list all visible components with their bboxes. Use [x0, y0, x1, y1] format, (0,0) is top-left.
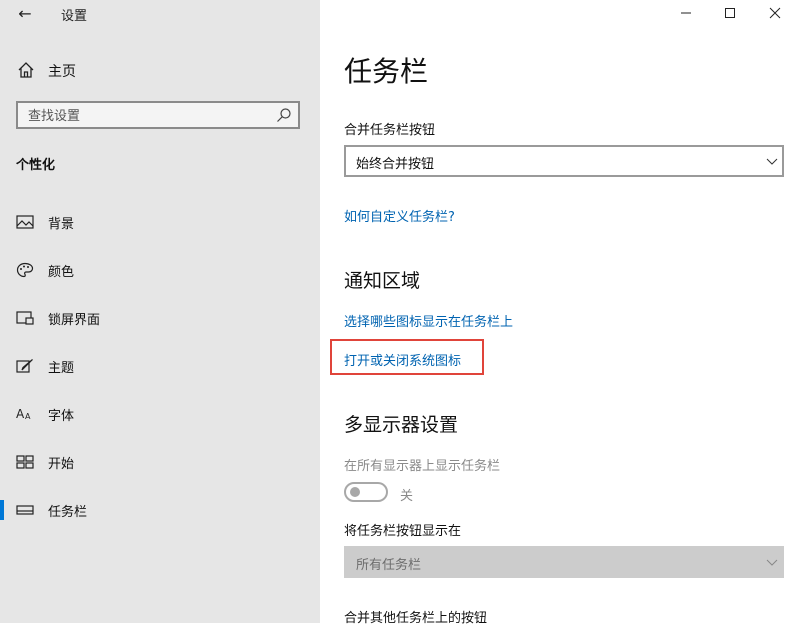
show-all-displays-label: 在所有显示器上显示任务栏	[344, 459, 501, 474]
sidebar-item-lock-screen[interactable]: 锁屏界面	[0, 298, 320, 338]
sidebar-item-start[interactable]: 开始	[0, 442, 320, 482]
sidebar-item-label: 背景	[48, 217, 75, 232]
multi-display-heading: 多显示器设置	[344, 414, 459, 436]
sidebar-item-label: 颜色	[48, 265, 75, 280]
maximize-button[interactable]	[710, 0, 750, 26]
system-icons-link[interactable]: 打开或关闭系统图标	[344, 350, 461, 369]
show-buttons-on-label: 将任务栏按钮显示在	[344, 524, 462, 539]
main-content: 任务栏 合并任务栏按钮 始终合并按钮 如何自定义任务栏? 通知区域 选择哪些图标…	[320, 0, 795, 626]
start-icon	[16, 455, 34, 469]
search-icon[interactable]	[276, 107, 292, 123]
sidebar-item-label: 任务栏	[48, 505, 88, 520]
section-title-personalization: 个性化	[16, 158, 56, 173]
sidebar-item-label: 开始	[48, 457, 75, 472]
minimize-button[interactable]	[666, 0, 706, 26]
taskbar-icon	[16, 505, 34, 515]
combine-buttons-dropdown[interactable]: 始终合并按钮	[344, 145, 784, 177]
sidebar-item-themes[interactable]: 主题	[0, 346, 320, 386]
show-all-displays-toggle[interactable]	[344, 482, 388, 502]
toggle-knob	[350, 487, 360, 497]
sidebar-item-colors[interactable]: 颜色	[0, 250, 320, 290]
back-arrow-icon: ←	[18, 3, 32, 23]
search-input[interactable]	[26, 106, 270, 126]
minimize-icon	[681, 12, 691, 14]
sidebar: ← 设置 主页 个性化 背景 颜色	[0, 0, 320, 623]
selected-indicator	[0, 500, 4, 520]
show-buttons-on-dropdown[interactable]: 所有任务栏	[344, 546, 784, 578]
combine-buttons-value: 始终合并按钮	[356, 157, 435, 172]
lock-screen-icon	[16, 311, 34, 325]
close-icon	[769, 7, 781, 19]
close-button[interactable]	[755, 0, 795, 26]
font-icon: A A	[16, 407, 31, 421]
notification-area-heading: 通知区域	[344, 270, 421, 292]
app-title: 设置	[61, 9, 88, 24]
show-buttons-on-value: 所有任务栏	[356, 558, 422, 573]
sidebar-item-label: 主题	[48, 361, 75, 376]
sidebar-item-label: 字体	[48, 409, 75, 424]
combine-buttons-label: 合并任务栏按钮	[344, 123, 436, 138]
page-title: 任务栏	[344, 55, 429, 88]
maximize-icon	[725, 8, 735, 18]
select-icons-link[interactable]: 选择哪些图标显示在任务栏上	[344, 311, 513, 330]
home-icon	[18, 62, 34, 78]
home-label: 主页	[48, 64, 76, 80]
chevron-down-icon	[766, 559, 778, 566]
customize-taskbar-link[interactable]: 如何自定义任务栏?	[344, 206, 455, 225]
back-button[interactable]: ←	[10, 0, 40, 26]
sidebar-item-home[interactable]: 主页	[0, 54, 320, 86]
sidebar-item-fonts[interactable]: A A 字体	[0, 394, 320, 434]
combine-other-label: 合并其他任务栏上的按钮	[344, 611, 488, 626]
image-icon	[16, 215, 34, 229]
sidebar-item-background[interactable]: 背景	[0, 202, 320, 242]
sidebar-item-label: 锁屏界面	[48, 313, 101, 328]
theme-brush-icon	[16, 359, 33, 373]
svg-text:A: A	[25, 412, 31, 421]
chevron-down-icon	[766, 158, 778, 165]
search-box[interactable]	[16, 101, 300, 129]
sidebar-item-taskbar[interactable]: 任务栏	[0, 490, 320, 530]
svg-text:A: A	[16, 407, 25, 421]
toggle-state-label: 关	[400, 489, 414, 504]
palette-icon	[16, 262, 34, 278]
